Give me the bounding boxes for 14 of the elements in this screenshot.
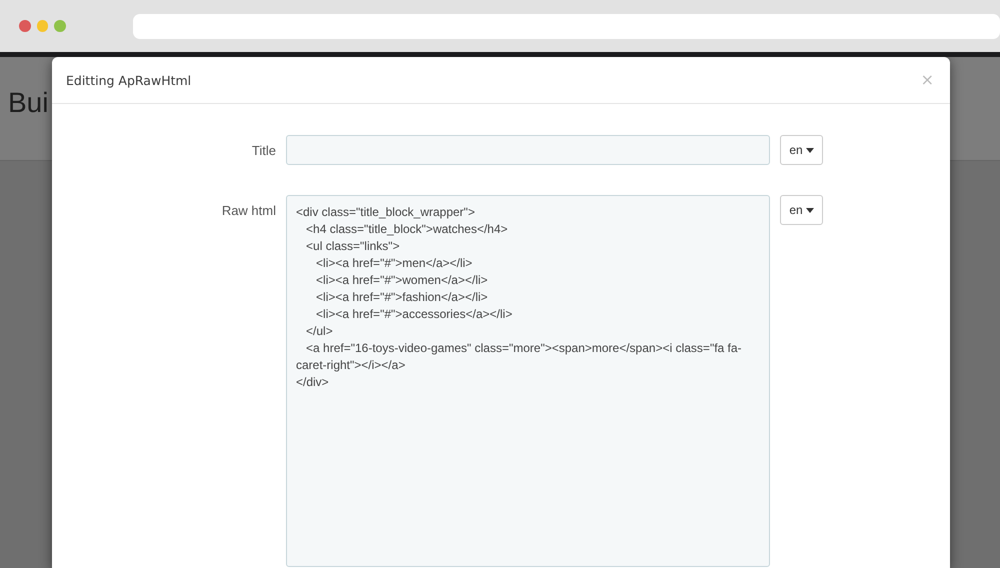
minimize-window-icon[interactable]: [36, 20, 48, 32]
field-label: Title: [250, 143, 277, 158]
maximize-window-icon[interactable]: [54, 20, 66, 32]
language-dropdown[interactable]: en: [780, 195, 823, 225]
address-field[interactable]: [132, 14, 1000, 38]
dialog-title: Editting ApRawHtml: [66, 72, 192, 88]
caret-icon: [806, 208, 814, 212]
raw-html-field[interactable]: <div class="title_block_wrapper"> <h4 class="title_block">watches</h4> <ul class="links"> <li><a href="#">men</a></li> <li><a href="#">women</a></li> <li><a href="#">fashion</a></li> <li><a href="#">accessories</a></li> </ul> <a href="16-toys-video-games" class="more"><span>more</span><i class="fa fa-caret-right"></i></a> </div>: [286, 195, 770, 567]
page-heading: Bui: [8, 86, 48, 118]
title-field[interactable]: [286, 135, 770, 165]
language-dropdown[interactable]: en: [780, 135, 823, 165]
caret-icon: [806, 148, 814, 152]
close-window-icon[interactable]: [19, 20, 31, 32]
field-label: Raw html: [220, 203, 277, 218]
